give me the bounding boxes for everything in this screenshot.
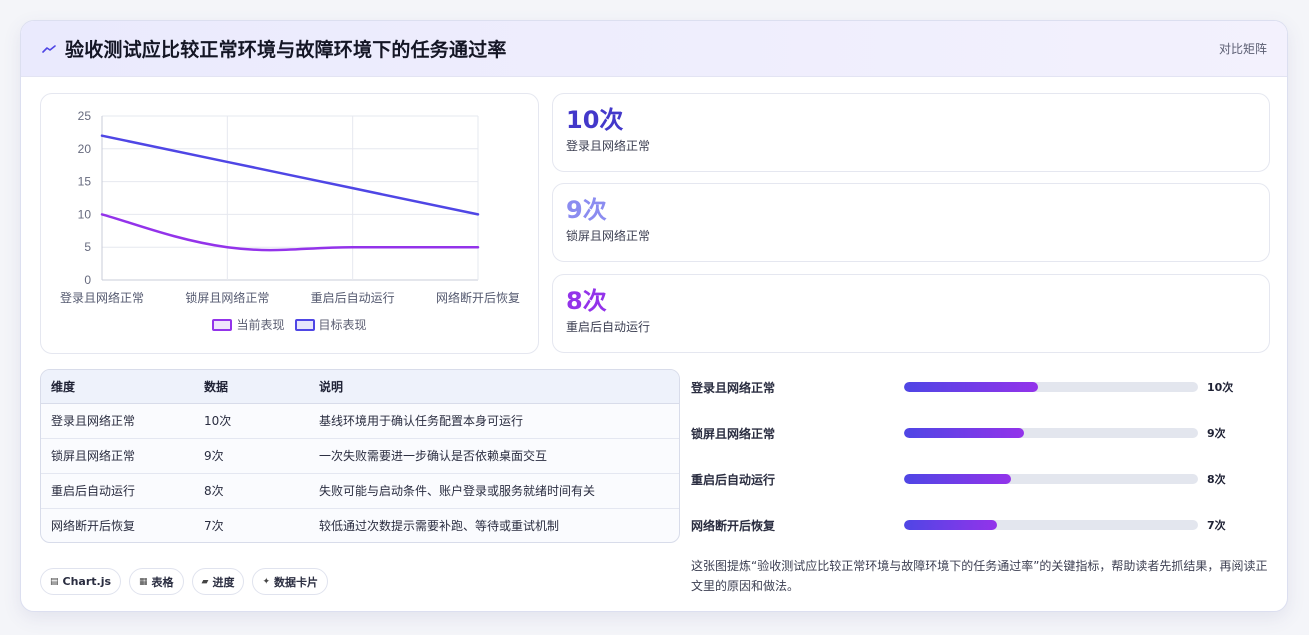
- progress-track: [904, 382, 1198, 392]
- x-tick-label: 锁屏且网络正常: [185, 290, 269, 305]
- tag-label: 表格: [151, 575, 174, 589]
- progress-fill: [904, 474, 1012, 484]
- y-tick-label: 15: [78, 175, 92, 189]
- line-chart: 0 5 10 15 20 25 登录且网络正常 锁屏且网络正常 重启后自动运行 网络断开后恢复 当…: [40, 93, 539, 354]
- table-row: 重启后自动运行 8次 失败可能与启动条件、账户登录或服务就绪时间有关: [41, 473, 679, 509]
- table-cell: 10次: [194, 403, 309, 439]
- y-tick-label: 25: [78, 109, 92, 123]
- stat-card: 9次 锁屏且网络正常: [552, 183, 1270, 262]
- progress-fill: [904, 382, 1038, 392]
- chart-icon: ▤: [50, 576, 59, 587]
- progress-row: 登录且网络正常 10次: [691, 377, 1251, 397]
- progress-value: 7次: [1207, 519, 1226, 532]
- progress-track: [904, 428, 1198, 438]
- table-cell: 较低通过次数提示需要补跑、等待或重试机制: [319, 519, 560, 534]
- table-cell: 9次: [194, 438, 309, 474]
- progress-value: 9次: [1207, 427, 1226, 440]
- series-line-current: [100, 213, 480, 252]
- summary-note: 这张图提炼“验收测试应比较正常环境与故障环境下的任务通过率”的关键指标，帮助读者…: [691, 559, 1268, 593]
- legend-swatch-target: [294, 318, 315, 331]
- progress-row: 网络断开后恢复 7次: [691, 515, 1251, 535]
- y-tick-label: 0: [84, 273, 91, 287]
- progress-label: 重启后自动运行: [691, 472, 776, 487]
- progress-track: [904, 520, 1198, 530]
- y-tick-label: 5: [84, 240, 91, 254]
- stat-card: 8次 重启后自动运行: [552, 274, 1270, 353]
- legend-swatch-current: [212, 318, 233, 331]
- chart-canvas: 0 5 10 15 20 25 登录且网络正常 锁屏且网络正常 重启后自动运行 网络断开后恢复: [60, 109, 520, 305]
- progress-fill: [904, 520, 998, 530]
- progress-label: 登录且网络正常: [691, 380, 776, 395]
- table-row: 登录且网络正常 10次 基线环境用于确认任务配置本身可运行: [41, 403, 679, 439]
- data-table: 维度 数据 说明 登录且网络正常 10次 基线环境用于确认任务配置本身可运行 锁…: [40, 369, 680, 543]
- y-tick-label: 20: [78, 142, 92, 156]
- tag-label: 进度: [212, 575, 235, 589]
- tag-table[interactable]: ▦ 表格: [129, 568, 184, 595]
- progress-value: 8次: [1207, 473, 1226, 486]
- chart-legend: 当前表现 目标表现: [41, 316, 538, 333]
- column-header-description: 说明: [309, 370, 679, 404]
- progress-fill: [904, 428, 1025, 438]
- table-cell: 8次: [194, 473, 309, 509]
- header-tag: 对比矩阵: [1218, 42, 1267, 56]
- stat-value: 8次: [566, 287, 607, 315]
- column-header-dimension: 维度: [41, 370, 194, 404]
- progress-label: 锁屏且网络正常: [691, 426, 776, 441]
- card-header: 验收测试应比较正常环境与故障环境下的任务通过率 对比矩阵: [21, 21, 1287, 77]
- trend-line-icon: [41, 44, 57, 54]
- progress-row: 重启后自动运行 8次: [691, 469, 1251, 489]
- x-tick-label: 登录且网络正常: [60, 290, 144, 305]
- tech-tags: ▤ Chart.js ▦ 表格 ▰ 进度 ✦ 数据卡片: [40, 568, 329, 595]
- tag-chartjs[interactable]: ▤ Chart.js: [40, 568, 122, 595]
- series-line-target: [100, 134, 480, 216]
- report-card: 验收测试应比较正常环境与故障环境下的任务通过率 对比矩阵 0 5 10 15 20 25 登…: [20, 20, 1288, 612]
- progress-row: 锁屏且网络正常 9次: [691, 423, 1251, 443]
- page-title: 验收测试应比较正常环境与故障环境下的任务通过率: [65, 39, 507, 61]
- table-header-row: 维度 数据 说明: [41, 370, 679, 404]
- stat-value: 10次: [566, 106, 624, 134]
- table-cell: 锁屏且网络正常: [41, 438, 194, 474]
- table-cell: 失败可能与启动条件、账户登录或服务就绪时间有关: [309, 473, 679, 509]
- table-cell: 7次: [204, 519, 224, 534]
- sparkle-icon: ✦: [262, 576, 271, 587]
- progress-label: 网络断开后恢复: [691, 518, 776, 533]
- stat-label: 登录且网络正常: [566, 139, 651, 153]
- table-row: 锁屏且网络正常 9次 一次失败需要进一步确认是否依赖桌面交互: [41, 438, 679, 474]
- stat-label: 锁屏且网络正常: [566, 229, 651, 243]
- table-row: 网络断开后恢复 7次 较低通过次数提示需要补跑、等待或重试机制: [41, 508, 679, 542]
- tag-progress[interactable]: ▰ 进度: [191, 568, 245, 595]
- legend-item-current[interactable]: 当前表现: [212, 316, 285, 333]
- progress-value: 10次: [1207, 381, 1234, 394]
- stat-value: 9次: [566, 196, 607, 224]
- column-header-data: 数据: [194, 370, 309, 404]
- table-cell: 网络断开后恢复: [51, 519, 136, 534]
- legend-label-target: 目标表现: [318, 318, 367, 332]
- table-cell: 登录且网络正常: [41, 403, 194, 439]
- table-cell: 一次失败需要进一步确认是否依赖桌面交互: [309, 438, 679, 474]
- tag-label: Chart.js: [62, 575, 112, 588]
- progress-icon: ▰: [201, 576, 209, 587]
- tag-label: 数据卡片: [274, 575, 319, 589]
- table-cell: 重启后自动运行: [41, 473, 194, 509]
- table-icon: ▦: [139, 576, 148, 587]
- tag-data-card[interactable]: ✦ 数据卡片: [252, 568, 329, 595]
- legend-item-target[interactable]: 目标表现: [294, 316, 367, 333]
- y-tick-label: 10: [78, 207, 92, 221]
- x-tick-label: 重启后自动运行: [311, 291, 395, 305]
- table-cell: 基线环境用于确认任务配置本身可运行: [309, 403, 679, 439]
- stat-card: 10次 登录且网络正常: [552, 93, 1270, 172]
- legend-label-current: 当前表现: [236, 318, 285, 332]
- progress-track: [904, 474, 1198, 484]
- x-tick-label: 网络断开后恢复: [436, 290, 520, 305]
- stat-label: 重启后自动运行: [566, 320, 651, 334]
